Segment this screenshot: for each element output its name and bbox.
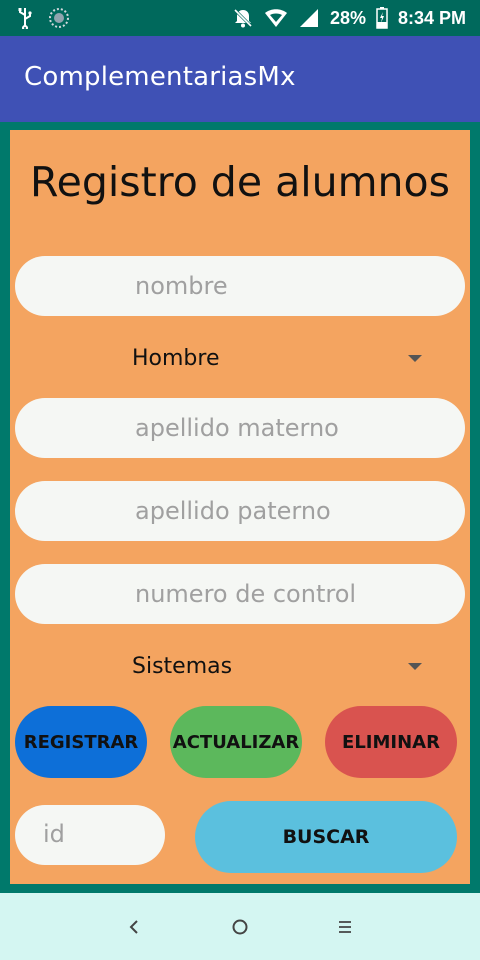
apellido-paterno-placeholder: apellido paterno	[135, 497, 331, 525]
apellido-paterno-input[interactable]: apellido paterno	[15, 481, 465, 541]
carrera-dropdown[interactable]: Sistemas	[130, 649, 430, 685]
nombre-input[interactable]: nombre	[15, 256, 465, 316]
home-icon[interactable]	[228, 915, 252, 939]
id-input[interactable]: id	[15, 805, 165, 865]
numero-control-placeholder: numero de control	[135, 580, 357, 608]
apellido-materno-input[interactable]: apellido materno	[15, 398, 465, 458]
nombre-placeholder: nombre	[135, 272, 228, 300]
signal-icon	[298, 8, 320, 28]
registration-form: Registro de alumnos nombre Hombre apelli…	[10, 130, 470, 884]
dropdown-arrow-icon	[408, 355, 422, 362]
page-title: Registro de alumnos	[30, 158, 450, 206]
carrera-selected: Sistemas	[132, 654, 233, 679]
menu-icon[interactable]	[333, 915, 357, 939]
eliminar-button[interactable]: ELIMINAR	[325, 706, 457, 778]
sexo-dropdown[interactable]: Hombre	[130, 341, 430, 377]
dropdown-arrow-icon	[408, 663, 422, 670]
app-bar: ComplementariasMx	[0, 36, 480, 122]
battery-icon	[376, 7, 388, 29]
back-icon[interactable]	[122, 915, 146, 939]
battery-percent: 28%	[329, 7, 366, 28]
id-placeholder: id	[43, 820, 65, 848]
apellido-materno-placeholder: apellido materno	[135, 414, 339, 442]
sync-icon	[48, 7, 70, 29]
mute-icon	[232, 7, 254, 29]
app-title: ComplementariasMx	[24, 62, 296, 92]
registrar-button[interactable]: REGISTRAR	[15, 706, 147, 778]
buscar-button[interactable]: BUSCAR	[195, 801, 457, 873]
wifi-icon	[264, 8, 288, 28]
sexo-selected: Hombre	[132, 346, 220, 371]
actualizar-button[interactable]: ACTUALIZAR	[170, 706, 302, 778]
usb-icon	[18, 7, 32, 29]
clock: 8:34 PM	[397, 7, 466, 28]
numero-control-input[interactable]: numero de control	[15, 564, 465, 624]
status-bar: 28% 8:34 PM	[0, 0, 480, 36]
navigation-bar	[0, 893, 480, 960]
